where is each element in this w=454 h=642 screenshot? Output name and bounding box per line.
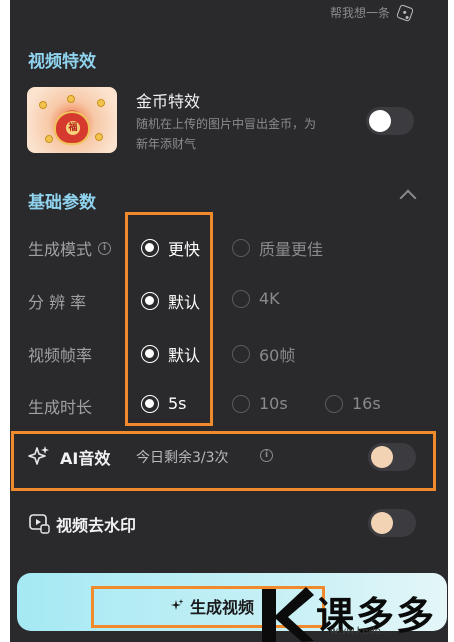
frame-rate-text: 视频帧率 (28, 346, 93, 365)
mode-option-quality[interactable]: 质量更佳 (232, 236, 323, 260)
sparkle-icon (171, 599, 184, 610)
generation-mode-label: 生成模式 i (28, 236, 112, 260)
option-label: 默认 (168, 293, 201, 312)
video-effects-title: 视频特效 (28, 52, 96, 72)
resolution-option-4k[interactable]: 4K (232, 289, 280, 308)
ai-sound-label: AI音效 (60, 449, 111, 468)
coin-effect-description: 随机在上传的图片中冒出金币，为新年添财气 (136, 117, 317, 151)
option-label: 4K (259, 289, 280, 308)
coin-decoration (97, 99, 105, 107)
watermark-url: www.kedo... (330, 626, 391, 637)
duration-label: 生成时长 (28, 394, 92, 418)
coin-decoration (45, 135, 53, 143)
coin-decoration (39, 101, 47, 109)
remove-watermark-label: 视频去水印 (56, 516, 137, 535)
duration-text: 生成时长 (28, 398, 93, 417)
radio-checked-icon[interactable] (141, 292, 159, 310)
radio-unchecked-icon[interactable] (232, 345, 250, 363)
coin-effect-title: 金币特效 (136, 92, 201, 111)
dice-icon[interactable] (396, 3, 414, 22)
option-label: 5s (168, 394, 187, 413)
sparkle-icon (28, 446, 49, 465)
toggle-knob (369, 110, 391, 132)
video-watermark-icon (29, 514, 50, 534)
coin-effect-thumbnail[interactable]: 福 (27, 87, 117, 153)
settings-panel: 帮我想一条 视频特效 福 金币特效 随机在上传的图片中冒出金币，为新年添财气 基… (10, 0, 448, 642)
radio-checked-icon[interactable] (141, 345, 159, 363)
radio-checked-icon[interactable] (141, 239, 159, 257)
option-label: 16s (352, 394, 381, 413)
frame-rate-option-default[interactable]: 默认 (141, 342, 200, 366)
info-icon[interactable]: i (260, 449, 273, 462)
frame-rate-label: 视频帧率 (28, 342, 92, 366)
generate-video-label: 生成视频 (190, 598, 255, 617)
ai-sound-remaining: 今日剩余3/3次 (136, 450, 229, 466)
chevron-up-icon[interactable] (399, 189, 417, 207)
radio-unchecked-icon[interactable] (232, 289, 250, 308)
toggle-knob (371, 512, 393, 534)
basic-params-title: 基础参数 (28, 193, 96, 213)
option-label: 质量更佳 (259, 240, 324, 259)
option-label: 更快 (168, 240, 201, 259)
suggest-prompt-label: 帮我想一条 (329, 6, 390, 20)
ai-sound-toggle[interactable] (368, 443, 416, 471)
option-label: 60帧 (259, 346, 296, 365)
resolution-option-default[interactable]: 默认 (141, 289, 200, 313)
resolution-text: 分 辨 率 (28, 293, 87, 312)
generation-mode-text: 生成模式 (28, 240, 93, 259)
suggest-prompt-hint[interactable]: 帮我想一条 (329, 3, 414, 22)
mode-option-faster[interactable]: 更快 (141, 236, 200, 260)
radio-unchecked-icon[interactable] (232, 394, 250, 413)
radio-unchecked-icon[interactable] (325, 394, 343, 413)
coin-effect-toggle[interactable] (366, 107, 414, 135)
resolution-label: 分 辨 率 (28, 289, 86, 313)
remove-watermark-toggle[interactable] (368, 509, 416, 537)
info-icon[interactable]: i (98, 241, 112, 255)
lucky-bag-icon: 福 (54, 111, 90, 145)
frame-rate-option-60[interactable]: 60帧 (232, 342, 295, 366)
option-label: 10s (259, 394, 288, 413)
toggle-knob (371, 446, 393, 468)
option-label: 默认 (168, 346, 201, 365)
coin-decoration (67, 95, 75, 103)
radio-unchecked-icon[interactable] (232, 239, 250, 257)
generate-video-label-wrap[interactable]: 生成视频 (170, 594, 254, 618)
radio-checked-icon[interactable] (141, 394, 159, 413)
duration-option-16s[interactable]: 16s (325, 394, 381, 413)
coin-decoration (95, 133, 103, 141)
duration-option-5s[interactable]: 5s (141, 394, 187, 413)
fu-character: 福 (66, 121, 80, 135)
duration-option-10s[interactable]: 10s (232, 394, 288, 413)
